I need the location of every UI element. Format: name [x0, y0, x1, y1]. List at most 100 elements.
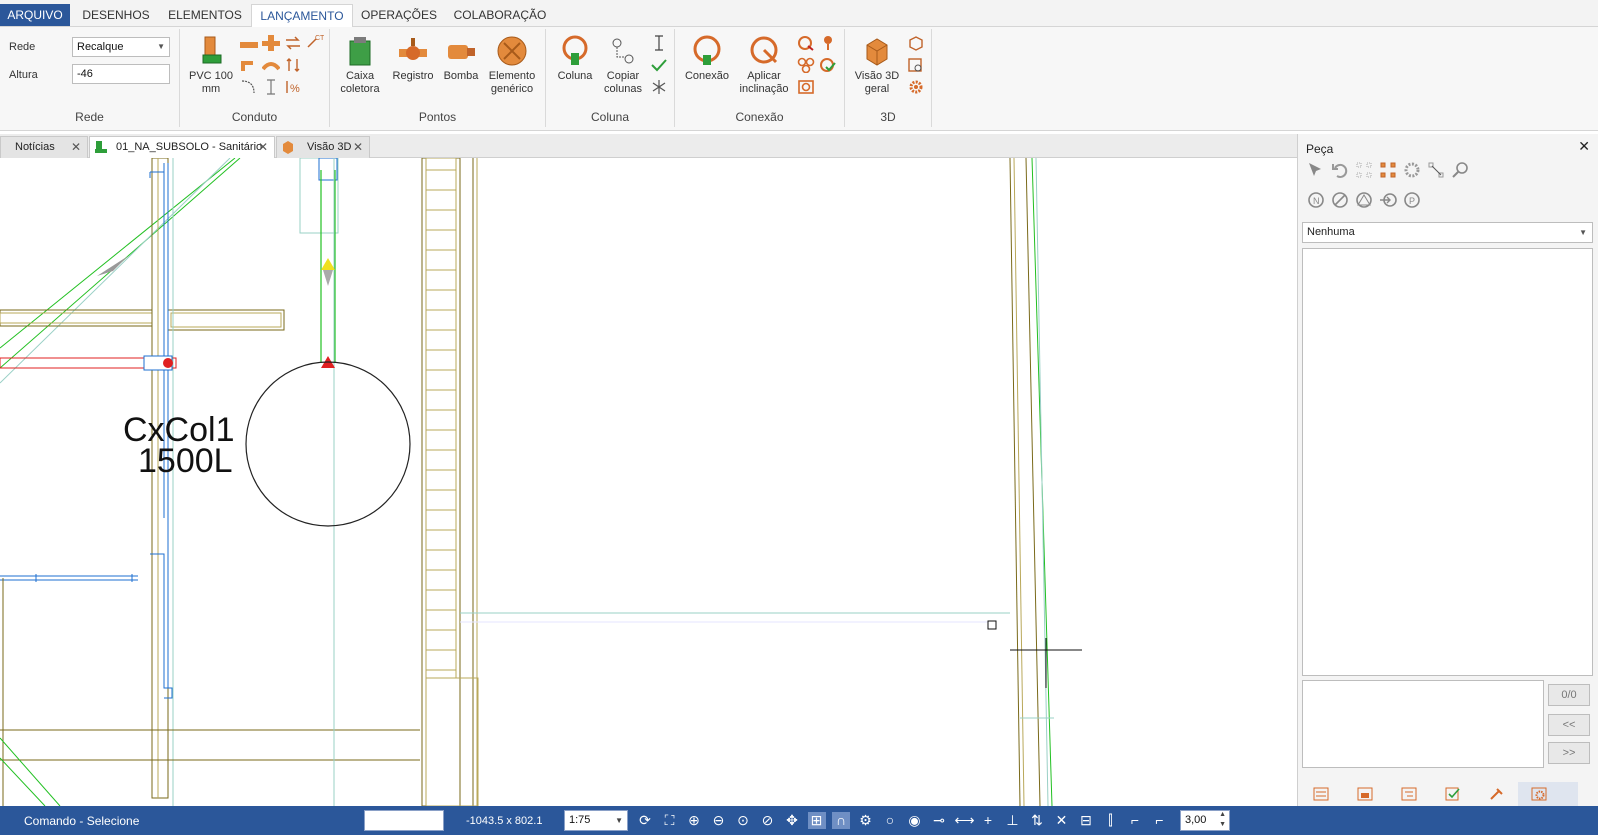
property-p-icon[interactable]: P: [1402, 190, 1422, 210]
drawing-canvas[interactable]: CxCol1 1500L: [0, 158, 1295, 806]
elemento-generico-button[interactable]: Elemento genérico: [484, 35, 540, 96]
close-icon[interactable]: ✕: [258, 137, 268, 157]
altura-input[interactable]: -46: [72, 64, 170, 84]
center-snap-icon[interactable]: ◉: [906, 812, 924, 829]
straight-pipe-icon[interactable]: [240, 42, 258, 48]
piece-select[interactable]: Nenhuma ▼: [1302, 222, 1593, 243]
step-input[interactable]: 3,00 ▲ ▼: [1180, 810, 1230, 831]
cross-icon[interactable]: ⊟: [1077, 812, 1095, 829]
zoom-window-icon[interactable]: ⊙: [734, 812, 752, 829]
window-icon[interactable]: [1356, 786, 1374, 802]
conexao-button[interactable]: Conexão: [681, 35, 733, 83]
connection-check-icon[interactable]: [819, 57, 837, 73]
flow-direction-icon[interactable]: [1378, 190, 1398, 210]
ct-icon[interactable]: CT: [306, 33, 325, 49]
midpoint-snap-icon[interactable]: ⟷: [955, 812, 975, 829]
magnet-icon[interactable]: ∩: [832, 812, 850, 829]
diameter-icon[interactable]: [1330, 190, 1350, 210]
next-button[interactable]: >>: [1548, 742, 1590, 764]
dimension-icon[interactable]: ✕: [1053, 812, 1071, 829]
registro-button[interactable]: Registro: [388, 35, 438, 83]
height-icon[interactable]: [262, 79, 280, 95]
rede-select[interactable]: Recalque ▼: [72, 37, 170, 57]
settings-select-icon[interactable]: [1402, 160, 1422, 180]
zoom-in-icon[interactable]: ⊕: [685, 812, 703, 829]
list-icon[interactable]: [1312, 786, 1330, 802]
elbow-icon[interactable]: [240, 57, 258, 73]
align-icon[interactable]: ⫿: [1102, 812, 1120, 829]
copiar-colunas-button[interactable]: Copiar colunas: [600, 35, 646, 96]
tab-desenhos[interactable]: DESENHOS: [76, 4, 156, 27]
column-check-icon[interactable]: [650, 57, 668, 73]
pan-icon[interactable]: ✥: [783, 812, 801, 829]
tools-icon[interactable]: [1488, 786, 1506, 802]
connections-group-icon[interactable]: [797, 57, 815, 74]
zoom-out-icon[interactable]: ⊖: [710, 812, 728, 829]
column-split-icon[interactable]: [650, 79, 668, 95]
doc-tab-subsolo[interactable]: 01_NA_SUBSOLO - Sanitário ✕: [89, 136, 275, 158]
intersection-snap-icon[interactable]: ⊥: [1004, 812, 1022, 829]
selection-handle[interactable]: [987, 620, 997, 630]
tab-elementos[interactable]: ELEMENTOS: [162, 4, 248, 27]
zoom-previous-icon[interactable]: ⊘: [759, 812, 777, 829]
tab-operacoes[interactable]: OPERAÇÕES: [358, 4, 440, 27]
command-input[interactable]: [364, 810, 444, 831]
tee-icon[interactable]: [262, 35, 280, 51]
vertical-arrows-icon[interactable]: [284, 57, 302, 73]
visao-3d-geral-button[interactable]: Visão 3D geral: [851, 35, 903, 96]
zoom-extents-icon[interactable]: ⛶: [661, 812, 679, 829]
notes-box[interactable]: [1302, 680, 1544, 768]
spinner-icon[interactable]: ▲ ▼: [1219, 810, 1226, 830]
endpoint-snap-icon[interactable]: ⊸: [930, 812, 948, 829]
vertical-snap-icon[interactable]: ⇅: [1028, 812, 1046, 829]
settings-icon[interactable]: ⚙: [857, 812, 875, 829]
prev-button[interactable]: <<: [1548, 714, 1590, 736]
slope-icon[interactable]: [1354, 190, 1374, 210]
tab-lancamento[interactable]: LANÇAMENTO: [251, 4, 353, 28]
select-all-icon[interactable]: [1426, 160, 1446, 180]
pvc-100-button[interactable]: PVC 100 mm: [186, 35, 236, 96]
tab-arquivo[interactable]: ARQUIVO: [0, 4, 70, 26]
select-pointer-icon[interactable]: [1306, 160, 1326, 180]
scale-select[interactable]: 1:75 ▼: [564, 810, 628, 831]
swap-arrows-icon[interactable]: [284, 35, 302, 51]
aplicar-inclinacao-button[interactable]: Aplicar inclinação: [735, 35, 793, 96]
column-height-icon[interactable]: [650, 35, 668, 51]
cxcol1-tank[interactable]: [245, 361, 411, 527]
doc-tab-noticias[interactable]: Notícias ✕: [0, 136, 88, 158]
view-zoom-icon[interactable]: [907, 57, 925, 73]
group-pontos: Caixa coletora Registro Bomba Elemento g…: [330, 29, 546, 127]
caixa-coletora-button[interactable]: Caixa coletora: [336, 35, 384, 96]
cube-outline-icon[interactable]: [907, 35, 925, 51]
ortho-icon[interactable]: ⌐: [1151, 812, 1169, 829]
properties-list[interactable]: [1302, 248, 1593, 676]
close-icon[interactable]: ✕: [71, 137, 81, 157]
draw-curve-icon[interactable]: [240, 79, 258, 95]
doc-tab-visao-3d[interactable]: Visão 3D ✕: [276, 136, 370, 158]
zoom-element-icon[interactable]: [1450, 160, 1470, 180]
connection-info-icon[interactable]: [819, 35, 837, 51]
curve-icon[interactable]: [261, 57, 281, 73]
connection-remove-icon[interactable]: [797, 35, 815, 51]
grid-select-icon[interactable]: [1354, 160, 1374, 180]
height-icon[interactable]: ⌐: [1126, 812, 1144, 829]
snap-grid-icon[interactable]: ⊞: [807, 812, 826, 829]
checklist-icon[interactable]: [1444, 786, 1462, 802]
connection-box-icon[interactable]: [797, 79, 815, 95]
tab-colaboracao[interactable]: COLABORAÇÃO: [448, 4, 552, 27]
bomba-button[interactable]: Bomba: [438, 35, 484, 83]
close-icon[interactable]: ✕: [1578, 138, 1590, 155]
perpendicular-snap-icon[interactable]: +: [979, 812, 997, 829]
group-label-3d: 3D: [880, 110, 896, 124]
slope-percent-icon[interactable]: %: [284, 79, 302, 95]
close-icon[interactable]: ✕: [353, 137, 363, 157]
coluna-button[interactable]: Coluna: [552, 35, 598, 83]
gear-icon[interactable]: [1530, 786, 1548, 802]
refresh-icon[interactable]: ⟳: [636, 812, 654, 829]
tree-icon[interactable]: [1400, 786, 1418, 802]
insert-n-icon[interactable]: N: [1306, 190, 1326, 210]
gear-icon[interactable]: [907, 79, 925, 95]
circle-snap-icon[interactable]: ○: [881, 812, 899, 829]
grid-select-active-icon[interactable]: [1378, 160, 1398, 180]
undo-icon[interactable]: [1330, 160, 1350, 180]
